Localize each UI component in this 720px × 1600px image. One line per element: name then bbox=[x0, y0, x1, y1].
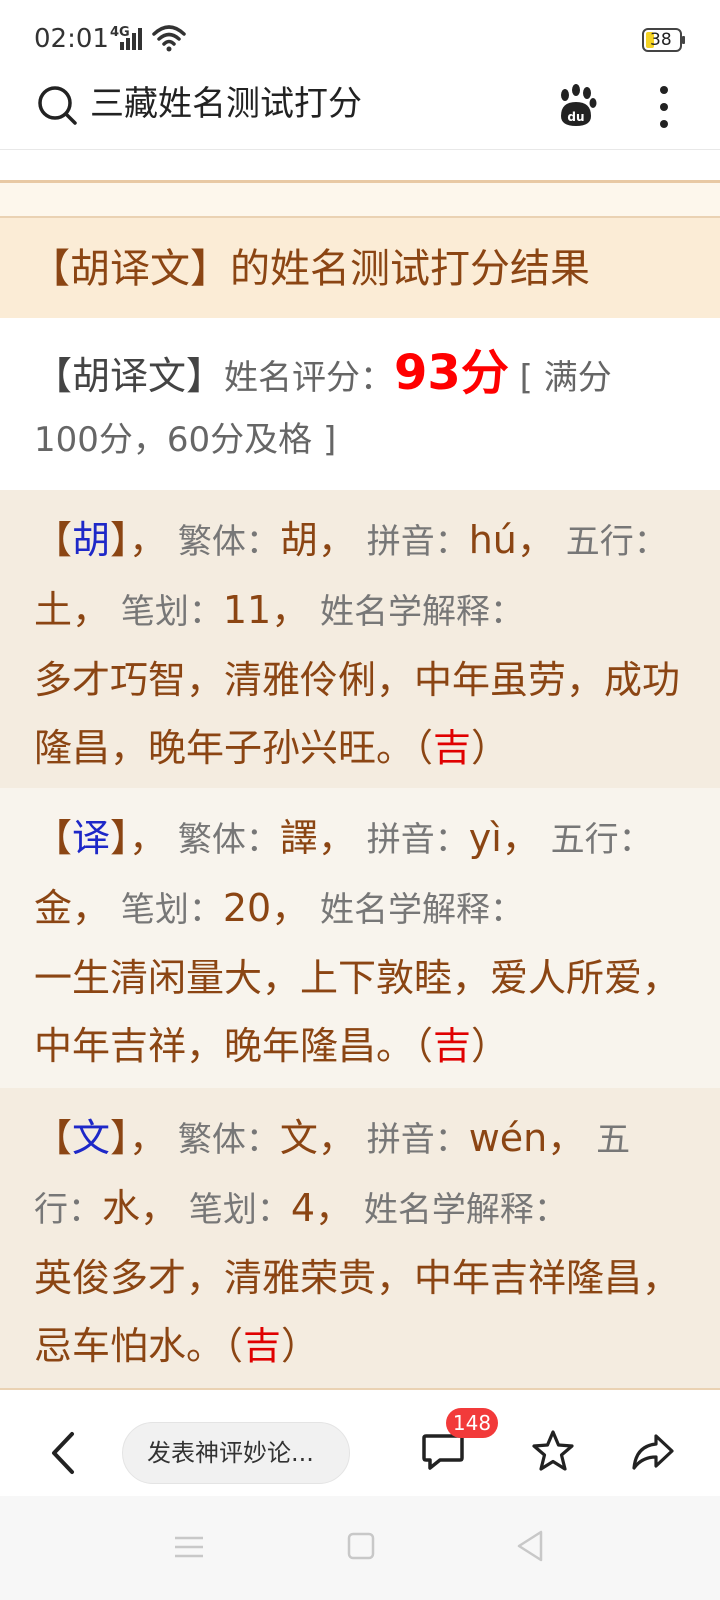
score-label: 姓名评分： bbox=[224, 358, 395, 398]
explain-label: 姓名学解释： bbox=[320, 592, 525, 632]
search-query-text[interactable]: 三藏姓名测试打分 bbox=[90, 82, 362, 126]
score-name: 【胡译文】 bbox=[34, 354, 225, 398]
traditional-value: 胡 bbox=[279, 518, 318, 562]
pinyin-label: 拼音： bbox=[366, 522, 469, 562]
explanation-text: 英俊多才，清雅荣贵，中年吉祥隆昌，忌车怕水。 bbox=[34, 1256, 681, 1368]
traditional-label: 繁体： bbox=[177, 522, 280, 562]
result-title: 【胡译文】的姓名测试打分结果 bbox=[30, 246, 590, 292]
luck-value: 吉 bbox=[243, 1324, 282, 1368]
character-info-line: 【译】， 繁体：譯， 拼音：yì， 五行：金， 笔划：20， 姓名学解释： bbox=[34, 816, 653, 930]
chevron-left-icon[interactable] bbox=[46, 1428, 82, 1478]
traditional-value: 文 bbox=[279, 1116, 318, 1160]
pinyin-value: yì bbox=[468, 816, 502, 860]
cell-signal-icon bbox=[120, 28, 142, 50]
share-arrow-icon[interactable] bbox=[630, 1430, 676, 1474]
luck-value: 吉 bbox=[433, 726, 472, 770]
character-glyph: 胡 bbox=[72, 518, 111, 562]
status-bar: 02:01 4G 38 bbox=[0, 0, 720, 80]
strokes-label: 笔划： bbox=[120, 890, 223, 930]
nav-home-icon[interactable] bbox=[346, 1530, 376, 1562]
nav-menu-icon[interactable] bbox=[172, 1532, 206, 1562]
bottom-action-bar: 发表神评妙论... 148 bbox=[0, 1408, 720, 1496]
divider-line bbox=[0, 1388, 720, 1390]
strokes-value: 4 bbox=[290, 1186, 316, 1230]
explanation-text: 一生清闲量大，上下敦睦，爱人所爱，中年吉祥，晚年隆昌。 bbox=[34, 956, 681, 1068]
strokes-value: 20 bbox=[222, 886, 272, 930]
score-block: 【胡译文】姓名评分：93分 [ 满分 100分，60分及格 ] bbox=[0, 318, 720, 490]
character-glyph: 译 bbox=[72, 816, 111, 860]
strokes-label: 笔划： bbox=[188, 1190, 291, 1230]
result-header: 【胡译文】的姓名测试打分结果 bbox=[0, 218, 720, 318]
wuxing-label: 五行： bbox=[550, 820, 653, 860]
score-note-1: [ 满分 bbox=[508, 358, 612, 398]
strokes-label: 笔划： bbox=[120, 592, 223, 632]
character-info-line: 【胡】， 繁体：胡， 拼音：hú， 五行：土， 笔划：11， 姓名学解释： bbox=[34, 518, 668, 632]
pinyin-value: hú bbox=[468, 518, 517, 562]
search-bar[interactable]: 三藏姓名测试打分 du bbox=[0, 72, 720, 150]
strokes-value: 11 bbox=[222, 588, 272, 632]
traditional-label: 繁体： bbox=[177, 820, 280, 860]
more-vertical-icon[interactable] bbox=[654, 84, 674, 130]
comment-count-badge: 148 bbox=[446, 1408, 498, 1438]
star-icon[interactable] bbox=[530, 1428, 576, 1474]
svg-text:du: du bbox=[567, 110, 584, 124]
character-block: 【文】， 繁体：文， 拼音：wén， 五行：水， 笔划：4， 姓名学解释： 英俊… bbox=[0, 1088, 720, 1388]
wifi-icon bbox=[152, 25, 186, 52]
explain-label: 姓名学解释： bbox=[363, 1190, 568, 1230]
wuxing-value: 土 bbox=[34, 588, 73, 632]
battery-level: 38 bbox=[650, 30, 672, 50]
pinyin-label: 拼音： bbox=[366, 1120, 469, 1160]
battery-indicator: 38 bbox=[642, 28, 686, 52]
comment-placeholder[interactable]: 发表神评妙论... bbox=[147, 1438, 314, 1468]
status-time: 02:01 bbox=[34, 24, 109, 54]
baidu-paw-icon[interactable]: du bbox=[556, 84, 598, 128]
search-icon[interactable] bbox=[36, 84, 78, 126]
character-info-line: 【文】， 繁体：文， 拼音：wén， 五行：水， 笔划：4， 姓名学解释： bbox=[34, 1116, 631, 1230]
system-nav-bar bbox=[0, 1496, 720, 1600]
wuxing-value: 金 bbox=[34, 886, 73, 930]
character-block: 【胡】， 繁体：胡， 拼音：hú， 五行：土， 笔划：11， 姓名学解释： 多才… bbox=[0, 490, 720, 788]
luck-value: 吉 bbox=[433, 1024, 472, 1068]
traditional-label: 繁体： bbox=[177, 1120, 280, 1160]
score-note-2: 100分，60分及格 ] bbox=[34, 420, 337, 460]
pinyin-value: wén bbox=[468, 1116, 548, 1160]
character-explanation: 多才巧智，清雅伶俐，中年虽劳，成功隆昌，晚年子孙兴旺。（吉） bbox=[34, 658, 681, 770]
character-glyph: 文 bbox=[72, 1116, 111, 1160]
score-line: 【胡译文】姓名评分：93分 [ 满分 100分，60分及格 ] bbox=[34, 342, 690, 471]
character-block: 【译】， 繁体：譯， 拼音：yì， 五行：金， 笔划：20， 姓名学解释： 一生… bbox=[0, 788, 720, 1088]
character-explanation: 一生清闲量大，上下敦睦，爱人所爱，中年吉祥，晚年隆昌。（吉） bbox=[34, 956, 681, 1068]
score-value: 93分 bbox=[394, 345, 509, 401]
wuxing-label: 五行： bbox=[565, 522, 668, 562]
explain-label: 姓名学解释： bbox=[320, 890, 525, 930]
explanation-text: 多才巧智，清雅伶俐，中年虽劳，成功隆昌，晚年子孙兴旺。 bbox=[34, 658, 681, 770]
character-explanation: 英俊多才，清雅荣贵，中年吉祥隆昌，忌车怕水。（吉） bbox=[34, 1256, 681, 1368]
nav-back-icon[interactable] bbox=[514, 1528, 546, 1564]
traditional-value: 譯 bbox=[279, 816, 318, 860]
wuxing-value: 水 bbox=[102, 1186, 141, 1230]
pinyin-label: 拼音： bbox=[366, 820, 469, 860]
divider-band bbox=[0, 183, 720, 217]
comment-input[interactable]: 发表神评妙论... bbox=[122, 1422, 350, 1484]
